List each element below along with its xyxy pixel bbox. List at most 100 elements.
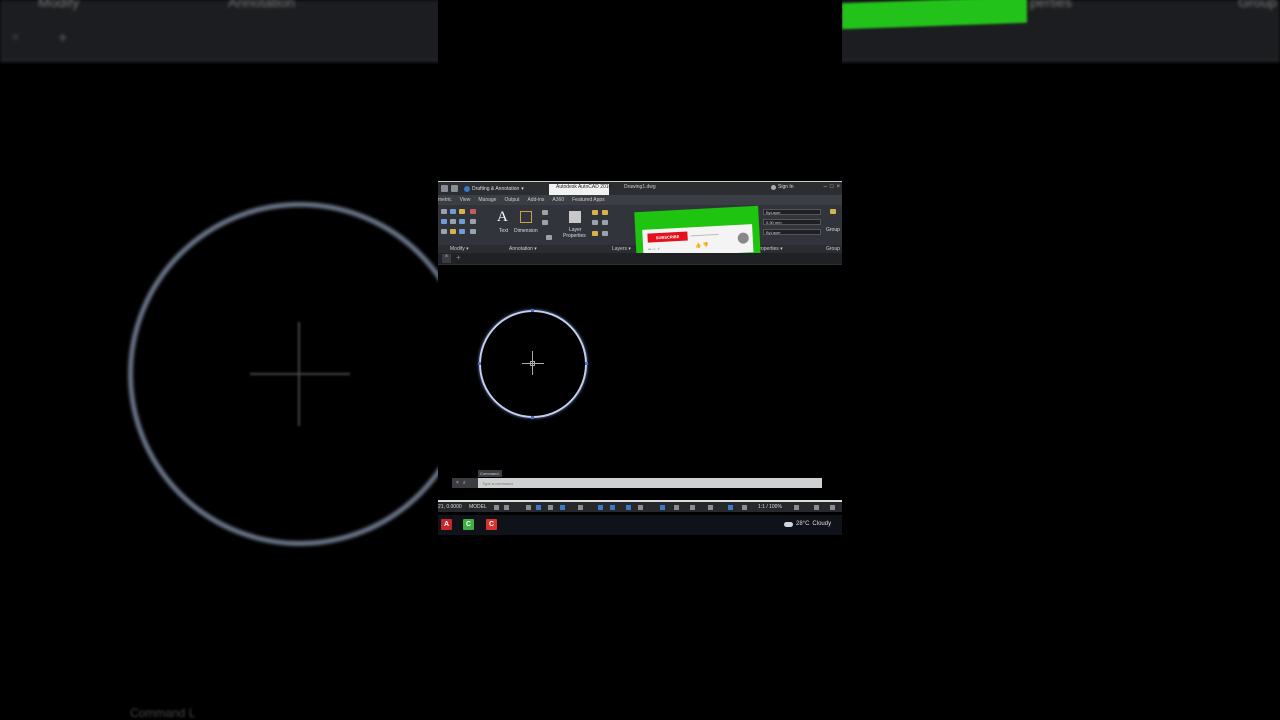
copy-icon[interactable] [441,219,447,224]
autocad-taskbar-icon[interactable]: A [441,519,452,530]
close-tab-icon[interactable]: × [442,254,451,263]
minimize-button[interactable]: – [824,184,827,190]
table-icon[interactable] [542,220,548,225]
camtasia-taskbar-icon[interactable]: C [463,519,474,530]
layer-properties-icon[interactable] [569,211,581,223]
groups-panel-title[interactable]: Group [826,246,840,252]
tab-view[interactable]: View [460,197,471,203]
title-bar: Drafting & Annotation ▾ Autodesk AutoCAD… [438,181,842,195]
app-title: Autodesk AutoCAD 2016 [556,184,612,190]
background-plus-icon: + [58,30,68,47]
dimension-tool-icon[interactable] [520,211,532,223]
workspace-switcher[interactable]: Drafting & Annotation ▾ [464,185,524,192]
background-crosshair-v [298,322,300,426]
group-icon[interactable] [830,209,836,214]
polar-icon[interactable] [560,505,565,510]
search-icon[interactable]: ⌕ [463,480,466,486]
lineweight-select[interactable]: 0.30 mm [763,219,821,225]
annotation-visibility-icon[interactable] [728,505,733,510]
quick-access-save-icon[interactable] [441,185,448,192]
status-bar: 21, 0.0000 MODEL 1:1 / 100% [438,500,842,512]
trim-icon[interactable] [459,209,465,214]
grip-bottom[interactable] [531,416,534,419]
scale-icon[interactable] [450,229,456,234]
tab-a360[interactable]: A360 [552,197,564,203]
stretch-icon[interactable] [441,229,447,234]
sign-in-label: Sign In [778,184,794,190]
chevron-down-icon: ▾ [521,185,524,192]
infer-icon[interactable] [526,505,531,510]
close-icon[interactable]: × [456,480,459,486]
sign-in-button[interactable]: Sign In [771,184,794,190]
like-dislike-icons[interactable]: 👍 👎 [695,242,709,249]
layer-freeze-icon[interactable] [602,210,608,215]
layer-match-icon[interactable] [592,231,598,236]
move-icon[interactable] [441,209,447,214]
customization-icon[interactable] [814,505,819,510]
markup-icon[interactable] [546,235,552,240]
leader-icon[interactable] [542,210,548,215]
tab-manage[interactable]: Manage [478,197,496,203]
layer-lock-icon[interactable] [602,220,608,225]
tab-parametric[interactable]: metric [438,197,452,203]
layer-on-icon[interactable] [592,210,598,215]
grip-left[interactable] [478,362,481,365]
layers-panel-title[interactable]: Layers ▾ [612,246,631,252]
color-select[interactable]: ByLayer [763,209,821,215]
osnap-icon[interactable] [610,505,615,510]
tab-featured-apps[interactable]: Featured Apps [572,197,605,203]
osnap-tracking-icon[interactable] [598,505,603,510]
fillet-icon[interactable] [459,219,465,224]
tab-add-ins[interactable]: Add-ins [527,197,544,203]
modify-panel-title[interactable]: Modify ▾ [450,246,469,252]
user-icon [771,184,776,190]
text-tool-icon[interactable]: A [497,209,508,226]
weather-widget[interactable]: 28°C Cloudy [784,521,831,527]
autoscale-icon[interactable] [742,505,747,510]
dimension-tool-label: Dimension [514,228,538,234]
grip-top[interactable] [531,309,534,312]
transparency-icon[interactable] [638,505,643,510]
model-space-button[interactable]: MODEL [469,504,487,510]
layer-iso-icon[interactable] [592,220,598,225]
grip-right[interactable] [585,362,588,365]
3d-osnap-icon[interactable] [674,505,679,510]
close-button[interactable]: × [836,184,840,190]
bell-icon[interactable] [737,232,750,244]
erase-icon[interactable] [470,209,476,214]
fullscreen-icon[interactable] [830,505,835,510]
array-icon[interactable] [459,229,465,234]
drawing-canvas[interactable] [438,265,842,473]
isodraft-icon[interactable] [578,505,583,510]
quick-access-print-icon[interactable] [451,185,458,192]
ribbon-tabs: metric View Manage Output Add-ins A360 F… [438,195,842,205]
dynamic-input-icon[interactable] [536,505,541,510]
snap-icon[interactable] [504,505,509,510]
annotation-panel-title[interactable]: Annotation ▾ [509,246,537,252]
drawing-name: Drawing1.dwg [624,184,656,190]
command-input[interactable] [478,479,778,487]
subscribe-button[interactable]: SUBSCRIBE [647,231,688,243]
linetype-select[interactable]: ByLayer [763,229,821,235]
selection-cycling-icon[interactable] [660,505,665,510]
rotate-icon[interactable] [450,209,456,214]
recorder-taskbar-icon[interactable]: C [486,519,497,530]
new-tab-icon[interactable]: + [456,253,461,262]
dynamic-ucs-icon[interactable] [690,505,695,510]
cloud-icon [784,521,793,527]
maximize-button[interactable]: □ [830,184,834,190]
ortho-icon[interactable] [548,505,553,510]
lineweight-icon[interactable] [626,505,631,510]
explode-icon[interactable] [470,219,476,224]
selection-filter-icon[interactable] [708,505,713,510]
command-line: × ⌕ [452,478,822,488]
offset-icon[interactable] [470,229,476,234]
overlay-meta-icon: •• ⁓ ✓ [648,245,661,252]
tab-output[interactable]: Output [504,197,519,203]
workspace-switch-icon[interactable] [794,505,799,510]
grid-icon[interactable] [494,505,499,510]
layer-walk-icon[interactable] [602,231,608,236]
mirror-icon[interactable] [450,219,456,224]
annotation-scale[interactable]: 1:1 / 100% [758,504,782,510]
windows-taskbar: A C C 28°C Cloudy [438,515,842,535]
